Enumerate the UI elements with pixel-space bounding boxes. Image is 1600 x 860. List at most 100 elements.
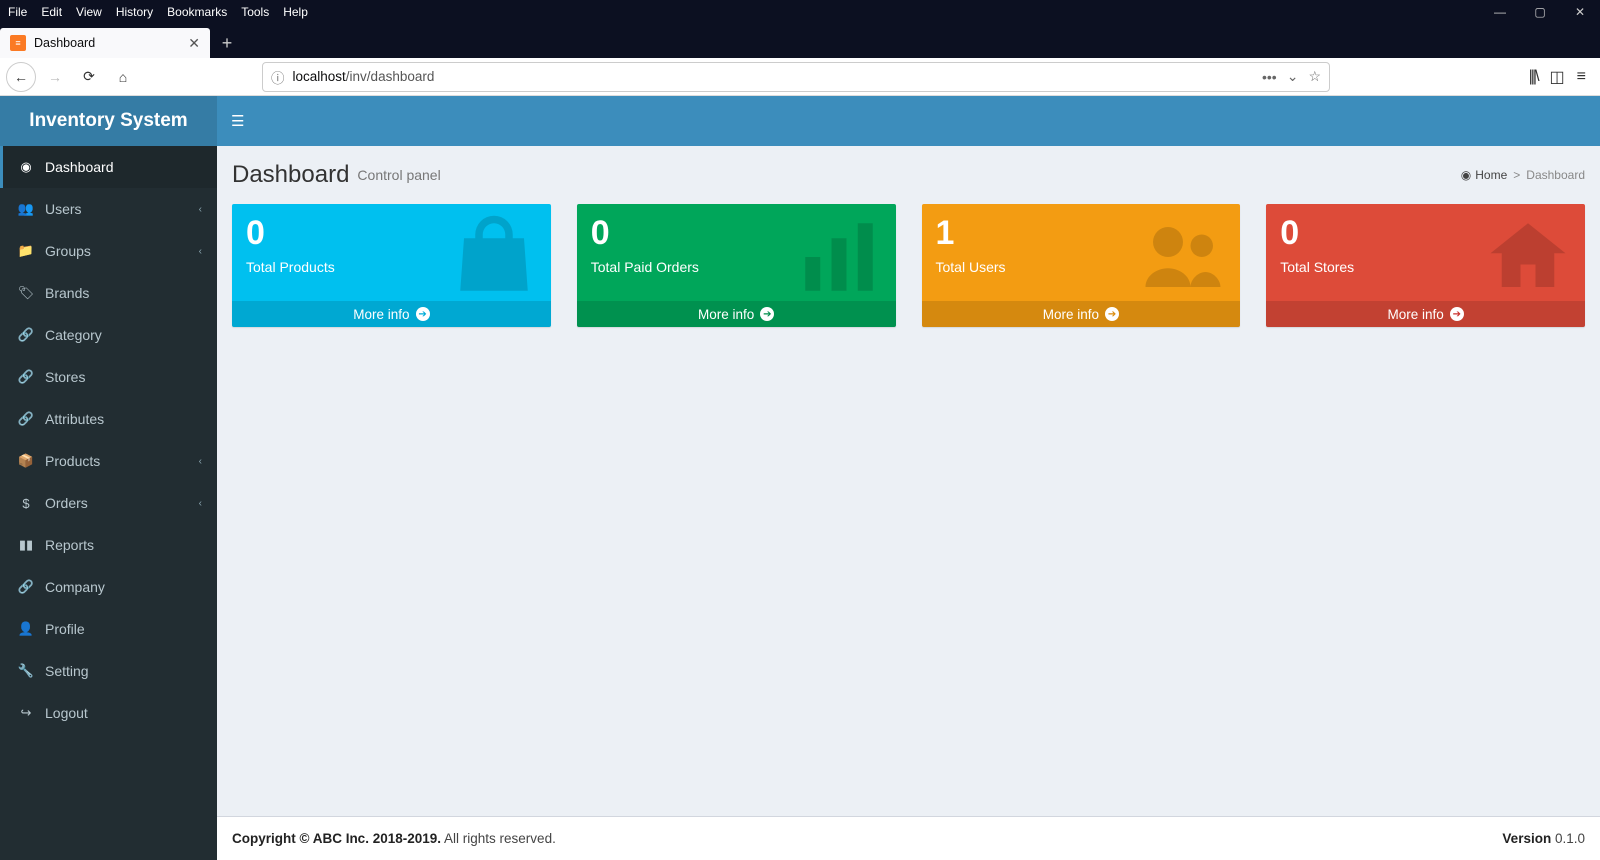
sidebar-item-logout[interactable]: ↪ Logout xyxy=(0,692,217,734)
footer-copyright-rest: All rights reserved. xyxy=(444,831,556,846)
app-shell: Inventory System ◉ Dashboard 👥Users‹ 📁 Group… xyxy=(0,96,1600,860)
sidebar-item-label: Groups xyxy=(45,243,91,259)
stat-box-total-stores: 0Total StoresMore info➔ xyxy=(1266,204,1585,327)
reports-icon: ▮▮ xyxy=(15,537,37,553)
more-info-label: More info xyxy=(698,307,754,322)
arrow-right-circle-icon: ➔ xyxy=(416,307,430,321)
window-close-icon[interactable]: ✕ xyxy=(1560,0,1600,24)
tab-close-icon[interactable]: ✕ xyxy=(188,35,200,52)
menu-file[interactable]: File xyxy=(8,5,27,19)
breadcrumb-current: Dashboard xyxy=(1526,168,1585,182)
sidebar-item-setting[interactable]: 🔧 Setting xyxy=(0,650,217,692)
dashboard-icon: ◉ xyxy=(1461,168,1471,182)
sidebar-item-label: Reports xyxy=(45,537,94,553)
reload-button[interactable]: ⟳ xyxy=(74,62,104,92)
arrow-right-circle-icon: ➔ xyxy=(1450,307,1464,321)
chevron-left-icon: ‹ xyxy=(199,456,202,467)
footer-version-label: Version xyxy=(1502,831,1551,846)
app-footer: Copyright © ABC Inc. 2018-2019. All righ… xyxy=(217,816,1600,860)
stat-boxes: 0Total ProductsMore info➔0Total Paid Ord… xyxy=(217,189,1600,342)
sidebar-item-category[interactable]: 🔗Category xyxy=(0,314,217,356)
sidebar-item-stores[interactable]: 🔗 Stores xyxy=(0,356,217,398)
sidebar-item-products[interactable]: 📦 Products ‹ xyxy=(0,440,217,482)
sidebar-icon[interactable]: ◫ xyxy=(1550,67,1565,87)
back-button[interactable]: ← xyxy=(6,62,36,92)
url-bar[interactable]: ⓘ localhost/inv/dashboard ••• ⌄ ☆ xyxy=(262,62,1330,92)
main-area: ☰ Dashboard Control panel ◉ Home > Dashb… xyxy=(217,96,1600,860)
library-icon[interactable]: |||\ xyxy=(1529,68,1538,86)
profile-icon: 👤 xyxy=(15,621,37,637)
breadcrumb-sep: > xyxy=(1513,168,1520,182)
sidebar-item-brands[interactable]: 🏷Brands xyxy=(0,272,217,314)
menu-tools[interactable]: Tools xyxy=(241,5,269,19)
footer-version: 0.1.0 xyxy=(1555,831,1585,846)
window-maximize-icon[interactable]: ▢ xyxy=(1520,0,1560,24)
sidebar-item-label: Category xyxy=(45,327,102,343)
menu-bookmarks[interactable]: Bookmarks xyxy=(167,5,227,19)
sidebar-item-profile[interactable]: 👤 Profile xyxy=(0,608,217,650)
sidebar-item-label: Company xyxy=(45,579,105,595)
orders-icon: $ xyxy=(15,496,37,511)
brand[interactable]: Inventory System xyxy=(0,96,217,146)
sidebar-item-company[interactable]: 🔗 Company xyxy=(0,566,217,608)
arrow-right-circle-icon: ➔ xyxy=(760,307,774,321)
stat-more-link[interactable]: More info ➔ xyxy=(577,301,896,327)
new-tab-button[interactable]: + xyxy=(210,28,244,58)
star-icon[interactable]: ☆ xyxy=(1308,68,1321,85)
sidebar-item-label: Brands xyxy=(45,285,89,301)
logout-icon: ↪ xyxy=(15,705,37,721)
users-icon: 👥 xyxy=(15,201,37,217)
dashboard-icon: ◉ xyxy=(15,159,37,175)
sidebar-item-dashboard[interactable]: ◉ Dashboard xyxy=(0,146,217,188)
home-button[interactable]: ⌂ xyxy=(108,62,138,92)
stat-more-link[interactable]: More info➔ xyxy=(1266,301,1585,327)
groups-icon: 📁 xyxy=(15,243,37,259)
info-icon[interactable]: ⓘ xyxy=(271,67,285,87)
window-minimize-icon[interactable]: — xyxy=(1480,0,1520,24)
top-navbar: ☰ xyxy=(217,96,1600,146)
browser-tab[interactable]: ≡ Dashboard ✕ xyxy=(0,28,210,58)
arrow-right-circle-icon: ➔ xyxy=(1105,307,1119,321)
sidebar-item-label: Setting xyxy=(45,663,89,679)
stat-more-link[interactable]: More info➔ xyxy=(922,301,1241,327)
setting-icon: 🔧 xyxy=(15,663,37,679)
menu-history[interactable]: History xyxy=(116,5,153,19)
breadcrumb-home[interactable]: ◉ Home xyxy=(1461,168,1508,182)
breadcrumb: ◉ Home > Dashboard xyxy=(1461,168,1585,182)
company-icon: 🔗 xyxy=(15,579,37,595)
sidebar-item-orders[interactable]: $ Orders ‹ xyxy=(0,482,217,524)
chevron-left-icon: ‹ xyxy=(199,498,202,509)
sidebar-item-groups[interactable]: 📁 Groups ‹ xyxy=(0,230,217,272)
sidebar-item-users[interactable]: 👥Users‹ xyxy=(0,188,217,230)
menu-edit[interactable]: Edit xyxy=(41,5,62,19)
stat-box-total-paid-orders: 0Total Paid OrdersMore info➔ xyxy=(577,204,896,327)
sidebar-item-reports[interactable]: ▮▮ Reports xyxy=(0,524,217,566)
sidebar-item-label: Dashboard xyxy=(45,159,114,175)
tab-strip: ≡ Dashboard ✕ + xyxy=(0,24,1600,58)
sidebar: Inventory System ◉ Dashboard 👥Users‹ 📁 Group… xyxy=(0,96,217,860)
stores-icon: 🔗 xyxy=(15,369,37,385)
browser-toolbar: ← → ⟳ ⌂ ⓘ localhost/inv/dashboard ••• ⌄ … xyxy=(0,58,1600,96)
chevron-left-icon: ‹ xyxy=(199,246,202,257)
footer-copyright-bold: Copyright © ABC Inc. 2018-2019. xyxy=(232,831,441,846)
sidebar-item-label: Products xyxy=(45,453,100,469)
pocket-icon[interactable]: ⌄ xyxy=(1287,68,1299,85)
more-icon[interactable]: ••• xyxy=(1262,69,1277,85)
url-text: localhost/inv/dashboard xyxy=(293,69,435,84)
stat-more-link[interactable]: More info➔ xyxy=(232,301,551,327)
sidebar-item-label: Stores xyxy=(45,369,85,385)
forward-button[interactable]: → xyxy=(40,62,70,92)
page-subtitle: Control panel xyxy=(357,167,440,183)
sidebar-item-attributes[interactable]: 🔗Attributes xyxy=(0,398,217,440)
sidebar-toggle-icon[interactable]: ☰ xyxy=(231,112,244,130)
menu-view[interactable]: View xyxy=(76,5,102,19)
chevron-left-icon: ‹ xyxy=(199,204,202,215)
menu-icon[interactable]: ≡ xyxy=(1577,68,1586,86)
tab-title: Dashboard xyxy=(34,36,95,50)
favicon-icon: ≡ xyxy=(10,35,26,51)
menu-help[interactable]: Help xyxy=(283,5,308,19)
sidebar-item-label: Logout xyxy=(45,705,88,721)
sidebar-item-label: Profile xyxy=(45,621,85,637)
products-icon: 📦 xyxy=(15,453,37,469)
sidebar-item-label: Orders xyxy=(45,495,88,511)
